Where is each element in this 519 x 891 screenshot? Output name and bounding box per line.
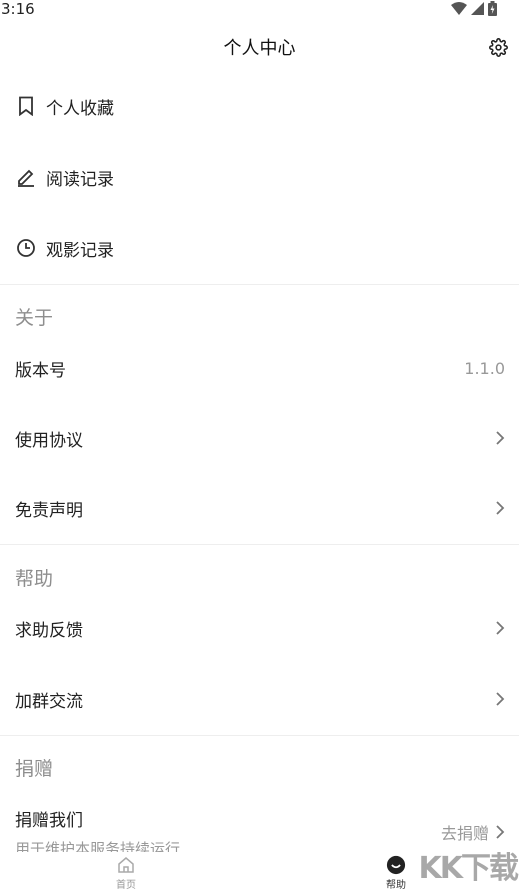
feedback-right bbox=[495, 620, 505, 636]
battery-icon bbox=[488, 1, 497, 16]
page-title: 个人中心 bbox=[223, 38, 296, 59]
nav-help-label: 帮助 bbox=[386, 880, 406, 891]
version-label: 版本号 bbox=[15, 360, 66, 381]
list-item-join-group[interactable]: 加群交流 bbox=[0, 674, 519, 724]
clock-icon bbox=[15, 237, 37, 259]
section-title-donate: 捐赠 bbox=[15, 758, 54, 780]
watch-history-label: 观影记录 bbox=[46, 240, 114, 261]
settings-button[interactable] bbox=[487, 36, 509, 58]
bookmark-icon bbox=[15, 95, 37, 117]
list-item-terms[interactable]: 使用协议 bbox=[0, 413, 519, 463]
section-title-help: 帮助 bbox=[15, 568, 54, 590]
section-title-about: 关于 bbox=[15, 307, 54, 329]
terms-label: 使用协议 bbox=[15, 430, 83, 451]
join-group-label: 加群交流 bbox=[15, 691, 83, 712]
smile-icon bbox=[386, 855, 406, 875]
status-time: 3:16 bbox=[1, 0, 35, 18]
feedback-label: 求助反馈 bbox=[15, 620, 83, 641]
chevron-right-icon bbox=[496, 431, 505, 445]
pencil-icon bbox=[15, 166, 37, 188]
list-item-donate[interactable]: 捐赠我们 bbox=[0, 793, 519, 843]
disclaimer-right bbox=[495, 500, 505, 516]
donate-label: 捐赠我们 bbox=[15, 810, 83, 831]
section-divider bbox=[0, 544, 519, 545]
section-divider bbox=[0, 284, 519, 285]
version-value: 1.1.0 bbox=[464, 358, 505, 378]
signal-icon bbox=[471, 2, 484, 15]
list-item-disclaimer[interactable]: 免责声明 bbox=[0, 483, 519, 533]
nav-home[interactable]: 首页 bbox=[86, 855, 166, 891]
join-group-right bbox=[495, 691, 505, 707]
status-icons bbox=[451, 1, 497, 16]
list-item-version: 版本号 1.1.0 bbox=[0, 343, 519, 393]
terms-right bbox=[495, 430, 505, 446]
watermark: KK下载 bbox=[418, 851, 519, 886]
reading-history-label: 阅读记录 bbox=[46, 169, 114, 190]
disclaimer-label: 免责声明 bbox=[15, 500, 83, 521]
list-item-reading-history[interactable]: 阅读记录 bbox=[0, 152, 519, 202]
chevron-right-icon bbox=[496, 692, 505, 706]
section-divider bbox=[0, 735, 519, 736]
status-bar: 3:16 bbox=[0, 0, 519, 20]
gear-icon bbox=[488, 37, 508, 57]
nav-home-label: 首页 bbox=[116, 880, 136, 891]
version-value-wrap: 1.1.0 bbox=[464, 359, 505, 378]
favorites-label: 个人收藏 bbox=[46, 98, 114, 119]
home-icon bbox=[118, 857, 134, 873]
chevron-right-icon bbox=[496, 501, 505, 515]
list-item-watch-history[interactable]: 观影记录 bbox=[0, 223, 519, 273]
list-item-feedback[interactable]: 求助反馈 bbox=[0, 603, 519, 653]
wifi-icon bbox=[451, 2, 467, 15]
app-bar: 个人中心 bbox=[0, 24, 519, 68]
list-item-favorites[interactable]: 个人收藏 bbox=[0, 81, 519, 131]
donate-subtext: 用于维护本服务持续运行 bbox=[15, 840, 181, 852]
chevron-right-icon bbox=[496, 621, 505, 635]
